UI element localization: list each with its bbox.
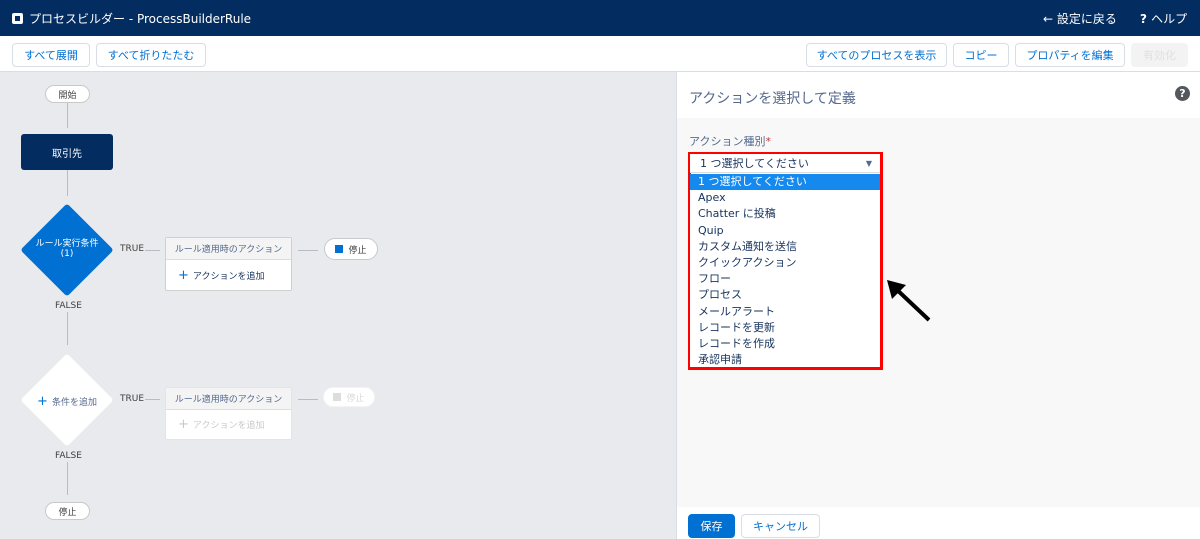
plus-icon: +	[178, 417, 189, 432]
actions-header: ルール適用時のアクション	[166, 388, 291, 410]
action-type-select[interactable]: 1 つ選択してください ▼	[690, 154, 880, 173]
back-label: 設定に戻る	[1056, 12, 1117, 26]
add-action-label: アクションを追加	[192, 271, 265, 282]
show-all-processes-button[interactable]: すべてのプロセスを表示	[806, 43, 947, 67]
connector	[67, 312, 68, 345]
add-action-label: アクションを追加	[192, 421, 265, 431]
app-header: プロセスビルダー - ProcessBuilderRule ← 設定に戻る ? …	[0, 0, 1200, 36]
panel-title: アクションを選択して定義	[689, 91, 856, 107]
action-type-options: 1 つ選択してください Apex Chatter に投稿 Quip カスタム通知を送信ク…	[690, 174, 880, 367]
false-label: FALSE	[55, 301, 82, 311]
connector	[145, 399, 160, 400]
expand-all-button[interactable]: すべて展開	[12, 43, 90, 67]
connector	[145, 250, 160, 251]
panel-footer: 保存 キャンセル	[677, 507, 1200, 539]
immediate-actions-box: ルール適用時のアクション + アクションを追加	[165, 237, 292, 291]
immediate-actions-box-disabled: ルール適用時のアクション + アクションを追加	[165, 387, 292, 440]
stop-square-icon	[335, 245, 344, 253]
option-item[interactable]: レコードを更新	[690, 320, 880, 336]
add-action-disabled: + アクションを追加	[166, 410, 291, 439]
option-item[interactable]: レコードを作成	[690, 336, 880, 352]
copy-button[interactable]: コピー	[953, 43, 1009, 67]
connector	[67, 103, 68, 128]
add-condition-text: 条件を追加	[52, 398, 98, 408]
connector	[67, 462, 68, 495]
help-label: ヘルプ	[1151, 12, 1188, 26]
false-label: FALSE	[55, 451, 82, 461]
title-text: プロセスビルダー - ProcessBuilderRule	[29, 12, 252, 26]
process-canvas: 開始 取引先 ルール実行条件 (1) TRUE ルール適用時のアクション + アクシ…	[0, 72, 676, 539]
criteria-label: ルール実行条件 (1)	[20, 239, 114, 259]
toolbar: すべて展開 すべて折りたたむ すべてのプロセスを表示 コピー プロパティを編集 …	[0, 36, 1200, 72]
connector	[298, 399, 318, 400]
add-action-button[interactable]: + アクションを追加	[166, 260, 291, 290]
actions-header: ルール適用時のアクション	[166, 238, 291, 260]
edit-properties-button[interactable]: プロパティを編集	[1015, 43, 1125, 67]
true-label: TRUE	[120, 244, 145, 254]
option-item[interactable]: 承認申請	[690, 352, 880, 368]
connector	[67, 170, 68, 196]
criteria-number: (1)	[60, 249, 74, 259]
help-link[interactable]: ? ヘルプ	[1140, 10, 1187, 27]
chevron-down-icon: ▼	[865, 158, 872, 168]
option-item[interactable]: メールアラート	[690, 304, 880, 320]
option-item[interactable]: プロセス	[690, 287, 880, 303]
arrow-left-icon: ←	[1043, 12, 1057, 26]
action-panel: アクションを選択して定義 ? アクション種別* 1 つ選択してください ▼ 1 つ…	[676, 72, 1200, 539]
cancel-button[interactable]: キャンセル	[741, 514, 820, 538]
stop-label: 停止	[346, 393, 365, 404]
object-node[interactable]: 取引先	[21, 134, 113, 170]
help-icon[interactable]: ?	[1175, 86, 1190, 101]
panel-header: アクションを選択して定義 ?	[677, 72, 1200, 118]
connector	[298, 250, 318, 251]
process-builder-icon	[12, 13, 23, 24]
option-item[interactable]: クイックアクション	[690, 255, 880, 271]
stop-node-disabled: 停止	[323, 387, 375, 407]
option-item[interactable]: カスタム通知を送信	[690, 239, 880, 255]
label-text: アクション種別	[689, 135, 766, 148]
start-node: 開始	[45, 85, 90, 103]
plus-icon: +	[36, 394, 52, 409]
app-title: プロセスビルダー - ProcessBuilderRule	[12, 10, 251, 27]
option-item[interactable]: Quip	[690, 223, 880, 239]
question-icon: ?	[1140, 12, 1152, 26]
stop-node[interactable]: 停止	[324, 238, 378, 260]
true-label: TRUE	[120, 394, 145, 404]
save-button[interactable]: 保存	[688, 514, 735, 538]
back-to-setup-link[interactable]: ← 設定に戻る	[1043, 10, 1117, 27]
stop-square-icon	[333, 393, 342, 401]
stop-label: 停止	[348, 245, 367, 256]
end-stop-node: 停止	[45, 502, 90, 520]
add-criteria-label[interactable]: + 条件を追加	[20, 394, 114, 409]
option-item[interactable]: Apex	[690, 190, 880, 206]
plus-icon: +	[178, 267, 189, 283]
required-marker: *	[765, 135, 771, 148]
option-placeholder[interactable]: 1 つ選択してください	[690, 174, 880, 191]
criteria-name: ルール実行条件	[35, 239, 99, 249]
option-item[interactable]: Chatter に投稿	[690, 206, 880, 222]
option-item[interactable]: フロー	[690, 271, 880, 287]
activate-button[interactable]: 有効化	[1131, 43, 1188, 67]
select-value: 1 つ選択してください	[700, 157, 809, 170]
annotation-arrow-icon	[887, 280, 931, 322]
collapse-all-button[interactable]: すべて折りたたむ	[96, 43, 206, 67]
action-type-label: アクション種別*	[689, 133, 771, 149]
